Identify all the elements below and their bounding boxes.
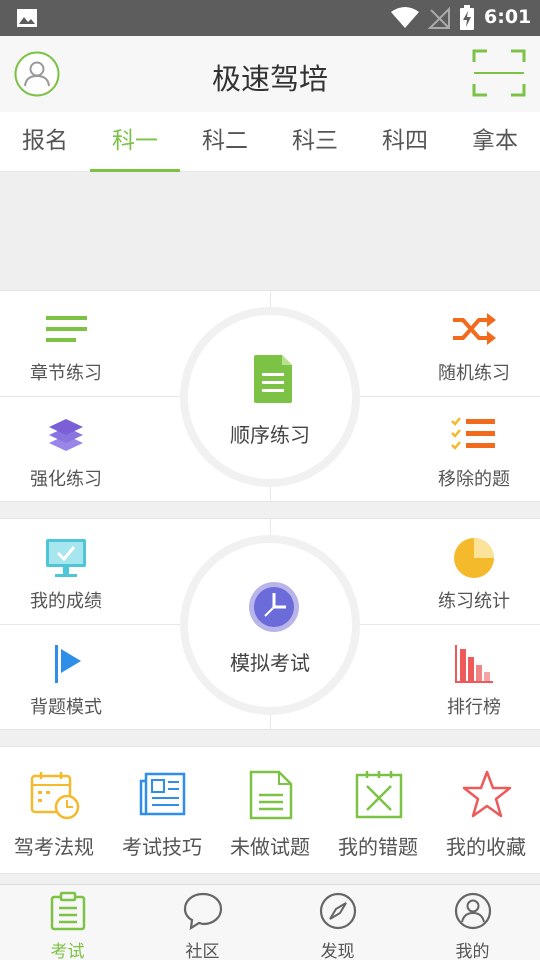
nav-mine[interactable]: 我的: [405, 885, 540, 960]
tab-signup[interactable]: 报名: [0, 112, 90, 172]
memorize-mode-button[interactable]: 背题模式: [0, 627, 132, 727]
image-notification-icon: [17, 9, 37, 27]
my-favorites-label: 我的收藏: [446, 835, 526, 859]
tab-subject-3[interactable]: 科三: [270, 112, 360, 172]
status-bar: 6:01: [0, 0, 540, 36]
checklist-icon: [451, 417, 495, 450]
clock-icon: [249, 582, 299, 632]
random-practice-button[interactable]: 随机练习: [408, 293, 540, 393]
exam-tips-label: 考试技巧: [122, 835, 202, 859]
chapter-practice-label: 章节练习: [30, 363, 102, 384]
nav-community[interactable]: 社区: [135, 885, 270, 960]
sequential-practice-label: 顺序练习: [230, 423, 310, 447]
my-scores-button[interactable]: 我的成绩: [0, 521, 132, 621]
bar-chart-icon: [455, 645, 493, 683]
nav-discover[interactable]: 发现: [270, 885, 405, 960]
intensive-practice-button[interactable]: 强化练习: [0, 399, 132, 499]
list-lines-icon: [46, 316, 87, 342]
mock-exam-button[interactable]: 模拟考试: [180, 535, 360, 715]
memorize-mode-label: 背题模式: [30, 697, 102, 718]
status-time: 6:01: [484, 6, 532, 28]
my-scores-label: 我的成绩: [30, 591, 102, 612]
removed-questions-label: 移除的题: [438, 469, 510, 490]
compass-icon: [319, 892, 357, 930]
sequential-practice-button[interactable]: 顺序练习: [180, 307, 360, 487]
random-practice-label: 随机练习: [438, 363, 510, 384]
page-title: 极速驾培: [211, 62, 328, 96]
bottom-navigation: 考试 社区 发现 我的: [0, 884, 540, 960]
shuffle-icon: [453, 313, 496, 345]
nav-exam-label: 考试: [50, 942, 85, 960]
practice-stats-label: 练习统计: [438, 591, 510, 612]
monitor-check-icon: [46, 539, 86, 577]
subject-tabs: 报名 科一 科二 科三 科四 拿本: [0, 112, 540, 172]
star-icon: [462, 770, 512, 818]
my-favorites-button[interactable]: 我的收藏: [432, 747, 540, 873]
layers-icon: [49, 419, 83, 451]
nav-discover-label: 发现: [320, 942, 355, 960]
banner-area: [0, 172, 540, 290]
play-icon: [55, 645, 81, 683]
exam-panel: 我的成绩 练习统计 背题模式 排行榜 模拟考试: [0, 518, 540, 730]
nav-exam[interactable]: 考试: [0, 885, 135, 960]
user-avatar-icon[interactable]: [14, 51, 60, 97]
exam-tips-button[interactable]: 考试技巧: [108, 747, 216, 873]
scan-icon[interactable]: [472, 48, 526, 98]
battery-charging-icon: [460, 5, 474, 30]
intensive-practice-label: 强化练习: [30, 469, 102, 490]
newspaper-icon: [139, 772, 186, 816]
practice-stats-button[interactable]: 练习统计: [408, 521, 540, 621]
clipboard-icon: [50, 891, 86, 931]
tools-row: 驾考法规 考试技巧 未做试题 我的错题 我的收藏: [0, 746, 540, 874]
leaderboard-button[interactable]: 排行榜: [408, 627, 540, 727]
unanswered-questions-label: 未做试题: [230, 835, 310, 859]
calendar-clock-icon: [30, 772, 80, 820]
tab-subject-4[interactable]: 科四: [360, 112, 450, 172]
my-mistakes-label: 我的错题: [338, 835, 418, 859]
practice-panel: 章节练习 随机练习 强化练习 移除的题 顺序练习: [0, 290, 540, 502]
document-green-icon: [254, 355, 292, 403]
chat-bubble-icon: [183, 892, 223, 931]
tab-get-license[interactable]: 拿本: [450, 112, 540, 172]
no-signal-icon: [428, 7, 450, 29]
chapter-practice-button[interactable]: 章节练习: [0, 293, 132, 393]
profile-icon: [454, 892, 492, 930]
my-mistakes-button[interactable]: 我的错题: [324, 747, 432, 873]
wrong-box-icon: [355, 771, 403, 819]
driving-regulations-button[interactable]: 驾考法规: [0, 747, 108, 873]
app-bar: 极速驾培: [0, 36, 540, 112]
document-icon: [249, 770, 293, 820]
wifi-icon: [391, 7, 419, 28]
nav-mine-label: 我的: [455, 942, 490, 960]
nav-community-label: 社区: [185, 942, 220, 960]
tab-subject-2[interactable]: 科二: [180, 112, 270, 172]
removed-questions-button[interactable]: 移除的题: [408, 399, 540, 499]
tab-subject-1[interactable]: 科一: [90, 112, 180, 172]
mock-exam-label: 模拟考试: [230, 651, 310, 675]
unanswered-questions-button[interactable]: 未做试题: [216, 747, 324, 873]
leaderboard-label: 排行榜: [447, 697, 501, 718]
pie-chart-icon: [454, 538, 494, 578]
driving-regulations-label: 驾考法规: [14, 835, 94, 859]
